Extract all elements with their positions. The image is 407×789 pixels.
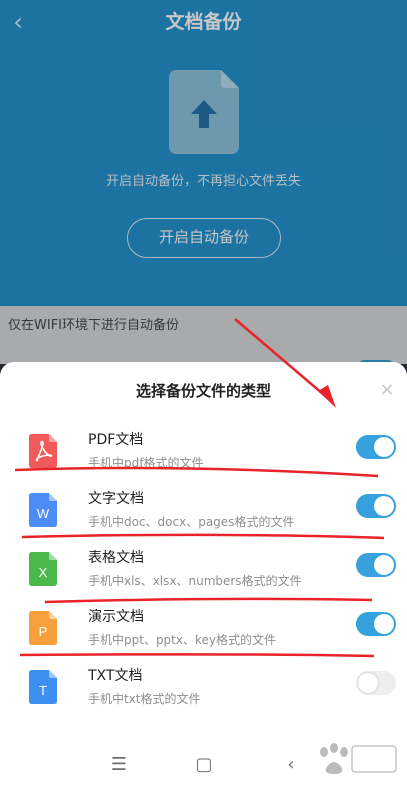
word-toggle[interactable]: [356, 494, 396, 518]
toggle-knob: [374, 614, 394, 634]
menu-icon[interactable]: ☰: [104, 752, 134, 778]
file-type-name: 表格文档: [88, 550, 144, 566]
pdf-icon: [29, 434, 57, 468]
list-item-ppt: P 演示文档 手机中ppt、pptx、key格式的文件: [0, 601, 407, 659]
list-item-txt: T TXT文档 手机中txt格式的文件: [0, 660, 407, 718]
word-icon: W: [29, 493, 57, 527]
toggle-knob: [358, 673, 378, 693]
file-type-name: TXT文档: [88, 668, 143, 684]
excel-icon-letter: X: [39, 565, 48, 580]
baidu-watermark-logo: [320, 743, 397, 774]
home-icon[interactable]: ▢: [189, 752, 219, 778]
list-item-word: W 文字文档 手机中doc、docx、pages格式的文件: [0, 483, 407, 541]
txt-icon: T: [29, 670, 57, 704]
file-type-desc: 手机中pdf格式的文件: [88, 456, 204, 470]
excel-toggle[interactable]: [356, 553, 396, 577]
txt-toggle[interactable]: [356, 671, 396, 695]
file-type-desc: 手机中ppt、pptx、key格式的文件: [88, 633, 276, 647]
file-type-name: 演示文档: [88, 609, 144, 625]
ppt-toggle[interactable]: [356, 612, 396, 636]
file-type-desc: 手机中txt格式的文件: [88, 692, 201, 706]
ppt-icon: P: [29, 611, 57, 645]
file-type-desc: 手机中doc、docx、pages格式的文件: [88, 515, 295, 529]
toggle-knob: [374, 555, 394, 575]
file-type-desc: 手机中xls、xlsx、numbers格式的文件: [88, 574, 302, 588]
nav-back-icon[interactable]: ‹: [276, 752, 306, 778]
toggle-knob: [374, 496, 394, 516]
ppt-icon-letter: P: [39, 624, 48, 639]
pdf-toggle[interactable]: [356, 435, 396, 459]
excel-icon: X: [29, 552, 57, 586]
file-type-name: 文字文档: [88, 491, 144, 507]
file-type-sheet: 选择备份文件的类型 × PDF文档 手机中pdf格式的文件 W 文字文档 手机中…: [0, 362, 407, 742]
list-item-excel: X 表格文档 手机中xls、xlsx、numbers格式的文件: [0, 542, 407, 600]
sheet-title: 选择备份文件的类型: [135, 382, 271, 400]
list-item-pdf: PDF文档 手机中pdf格式的文件: [0, 424, 407, 482]
file-type-name: PDF文档: [88, 432, 144, 448]
word-icon-letter: W: [37, 506, 50, 521]
txt-icon-letter: T: [39, 683, 47, 698]
toggle-knob: [374, 437, 394, 457]
close-icon[interactable]: ×: [377, 380, 397, 400]
